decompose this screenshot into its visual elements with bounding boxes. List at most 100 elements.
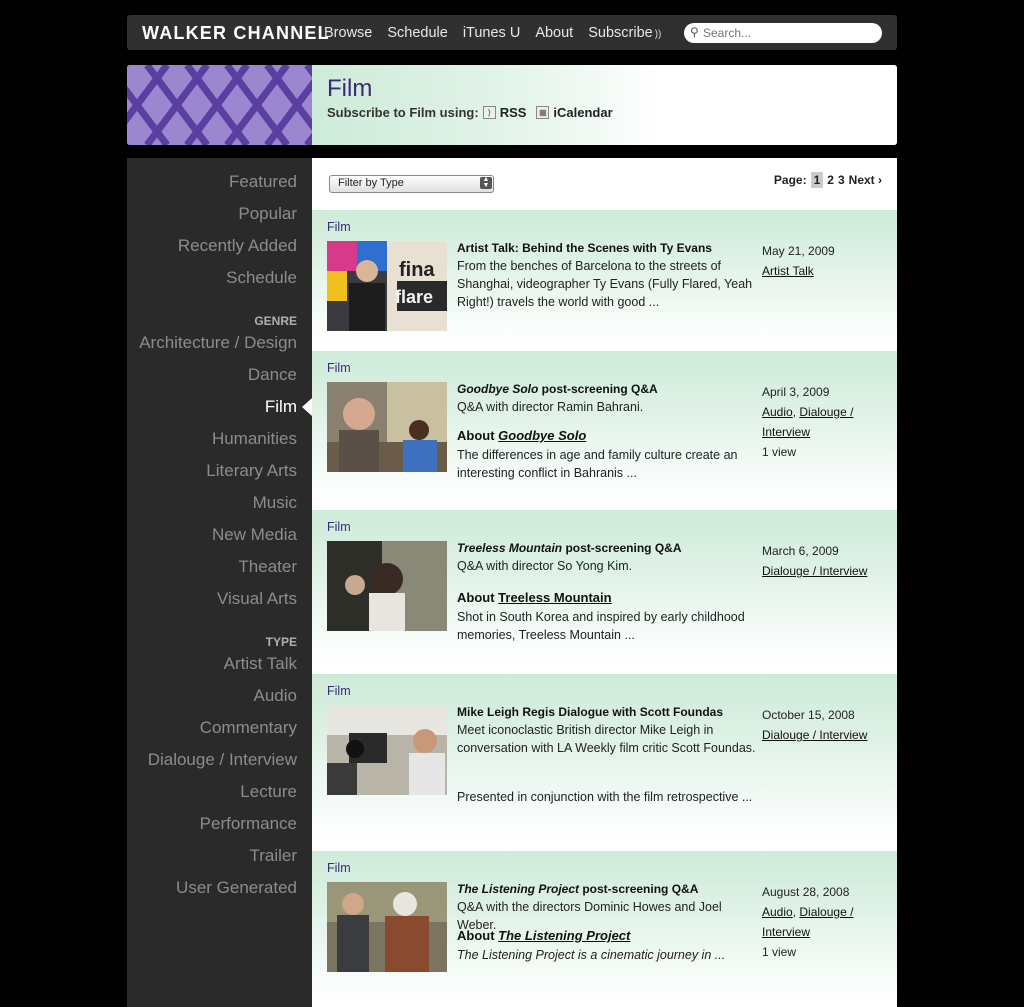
page-2-link[interactable]: 2: [827, 173, 834, 187]
sidebar-item-audio[interactable]: Audio: [254, 686, 297, 706]
sidebar-item-featured[interactable]: Featured: [229, 172, 297, 192]
sidebar-item-humanities[interactable]: Humanities: [212, 429, 297, 449]
sidebar-item-dance[interactable]: Dance: [248, 365, 297, 385]
about-link[interactable]: Treeless Mountain: [498, 590, 611, 605]
item-category[interactable]: Film: [327, 861, 351, 875]
sidebar-heading-type: TYPE: [265, 635, 297, 649]
item-description: Q&A with director So Yong Kim.: [457, 559, 633, 573]
rss-icon: ): [482, 106, 496, 119]
filter-by-type-select[interactable]: Filter by Type ▲ ▼: [329, 175, 494, 193]
nav-schedule[interactable]: Schedule: [387, 25, 447, 41]
item-title-italic: Treeless Mountain: [457, 541, 563, 555]
item-meta: March 6, 2009 Dialouge / Interview: [762, 541, 882, 581]
item-category[interactable]: Film: [327, 220, 351, 234]
item-title[interactable]: Treeless Mountain post-screening Q&A: [457, 541, 757, 555]
item-category[interactable]: Film: [327, 361, 351, 375]
item-description: Q&A with director Ramin Bahrani.: [457, 400, 644, 414]
item-about-description: Shot in South Korea and inspired by earl…: [457, 610, 745, 642]
about-link[interactable]: Goodbye Solo: [498, 428, 586, 443]
item-category[interactable]: Film: [327, 520, 351, 534]
about-link[interactable]: The Listening Project: [498, 928, 630, 943]
sidebar-item-new-media[interactable]: New Media: [212, 525, 297, 545]
subscribe-row: Subscribe to Film using: ) RSS ▦ iCalend…: [327, 105, 613, 120]
tag-link[interactable]: Dialouge / Interview: [762, 728, 867, 742]
item-thumbnail[interactable]: fina flare: [327, 241, 447, 331]
nav-subscribe[interactable]: Subscribe)): [588, 25, 661, 41]
item-date: March 6, 2009: [762, 544, 839, 558]
item-views: 1 view: [762, 945, 797, 959]
nav-about[interactable]: About: [535, 25, 573, 41]
item-date: August 28, 2008: [762, 885, 850, 899]
about-label: About: [457, 590, 495, 605]
search-icon: ⚲: [690, 25, 699, 39]
subscribe-label: Subscribe to Film using:: [327, 105, 479, 120]
item-thumbnail[interactable]: [327, 882, 447, 972]
tag-link[interactable]: Artist Talk: [762, 264, 814, 278]
about-label: About: [457, 428, 495, 443]
item-meta: August 28, 2008 Audio, Dialouge / Interv…: [762, 882, 882, 962]
nav-browse[interactable]: Browse: [324, 25, 372, 41]
sidebar-item-film[interactable]: Film: [265, 397, 297, 417]
sidebar-item-visual-arts[interactable]: Visual Arts: [217, 589, 297, 609]
sidebar-item-theater[interactable]: Theater: [238, 557, 297, 577]
sidebar-item-dialouge-interview[interactable]: Dialouge / Interview: [148, 750, 297, 770]
sidebar-item-architecture-design[interactable]: Architecture / Design: [139, 333, 297, 353]
item-thumbnail[interactable]: [327, 541, 447, 631]
item-date: April 3, 2009: [762, 385, 830, 399]
pagination: Page: 1 2 3 Next ›: [774, 172, 882, 188]
item-title[interactable]: The Listening Project post-screening Q&A: [457, 882, 757, 896]
svg-text:flare: flare: [395, 287, 433, 307]
icalendar-link[interactable]: iCalendar: [553, 105, 612, 120]
item-title[interactable]: Goodbye Solo post-screening Q&A: [457, 382, 757, 396]
about-label: About: [457, 928, 495, 943]
sidebar-item-popular[interactable]: Popular: [238, 204, 297, 224]
sidebar-item-recently-added[interactable]: Recently Added: [178, 236, 297, 256]
sidebar-item-user-generated[interactable]: User Generated: [176, 878, 297, 898]
category-banner: Film Subscribe to Film using: ) RSS ▦ iC…: [127, 65, 897, 145]
item-about: About Treeless Mountain: [457, 590, 612, 605]
rss-link[interactable]: RSS: [500, 105, 527, 120]
list-item: Film Mike Leigh Regis Dialogue with Scot…: [312, 674, 897, 847]
sidebar-item-music[interactable]: Music: [253, 493, 297, 513]
sidebar-item-performance[interactable]: Performance: [200, 814, 297, 834]
item-about: About Goodbye Solo: [457, 428, 586, 443]
item-title-rest: post-screening Q&A: [562, 541, 682, 555]
sidebar-item-schedule[interactable]: Schedule: [226, 268, 297, 288]
item-thumbnail[interactable]: [327, 705, 447, 795]
page-3-link[interactable]: 3: [838, 173, 845, 187]
rss-icon: )): [654, 29, 662, 40]
search-input[interactable]: [703, 25, 873, 40]
list-item: Film fina flare Artist Talk: Behind the …: [312, 210, 897, 347]
item-title[interactable]: Artist Talk: Behind the Scenes with Ty E…: [457, 241, 757, 255]
item-about-description: The differences in age and family cultur…: [457, 448, 738, 480]
item-category[interactable]: Film: [327, 684, 351, 698]
sidebar-item-literary-arts[interactable]: Literary Arts: [206, 461, 297, 481]
list-item: Film The Listening Project post-screenin…: [312, 851, 897, 1007]
nav-itunes-u[interactable]: iTunes U: [463, 25, 520, 41]
calendar-icon: ▦: [536, 106, 550, 119]
page-1-current: 1: [810, 172, 824, 188]
tag-link[interactable]: Audio: [762, 405, 793, 419]
main-nav: Browse Schedule iTunes U About Subscribe…: [324, 25, 661, 41]
site-logo[interactable]: WALKER CHANNEL: [142, 23, 330, 44]
sidebar: Featured Popular Recently Added Schedule…: [127, 158, 312, 1007]
item-title[interactable]: Mike Leigh Regis Dialogue with Scott Fou…: [457, 705, 757, 719]
sidebar-item-artist-talk[interactable]: Artist Talk: [224, 654, 297, 674]
sidebar-item-lecture[interactable]: Lecture: [240, 782, 297, 802]
svg-text:fina: fina: [399, 259, 435, 281]
item-description: From the benches of Barcelona to the str…: [457, 259, 753, 309]
sidebar-item-trailer[interactable]: Trailer: [249, 846, 297, 866]
banner-main: Film Subscribe to Film using: ) RSS ▦ iC…: [312, 65, 897, 145]
tag-link[interactable]: Audio: [762, 905, 793, 919]
item-title-italic: The Listening Project: [457, 882, 580, 896]
sidebar-item-commentary[interactable]: Commentary: [200, 718, 297, 738]
page-title: Film: [327, 75, 373, 102]
item-thumbnail[interactable]: [327, 382, 447, 472]
filter-label: Filter by Type: [338, 177, 404, 189]
item-title-rest: post-screening Q&A: [579, 882, 699, 896]
item-meta: April 3, 2009 Audio, Dialouge / Intervie…: [762, 382, 882, 462]
tag-link[interactable]: Dialouge / Interview: [762, 564, 867, 578]
item-description: Meet iconoclastic British director Mike …: [457, 723, 756, 755]
next-page-link[interactable]: Next ›: [849, 173, 882, 187]
top-nav-bar: WALKER CHANNEL Browse Schedule iTunes U …: [127, 15, 897, 50]
